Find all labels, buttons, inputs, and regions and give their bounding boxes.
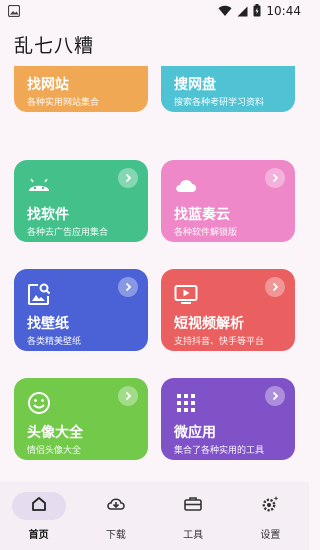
- status-time: 10:44: [266, 4, 301, 18]
- card-search-pan[interactable]: 搜网盘 搜索各种考研学习资料: [161, 66, 295, 112]
- card-video-parse[interactable]: 短视频解析 支持抖音、快手等平台: [161, 269, 295, 351]
- cloud-download-icon: [106, 495, 126, 517]
- nav-pill: [11, 492, 66, 520]
- svg-text:e: e: [28, 66, 45, 68]
- nav-pill: [166, 492, 220, 520]
- card-title: 找壁纸: [27, 316, 69, 332]
- card-find-wallpaper[interactable]: 找壁纸 各类精美壁纸: [14, 269, 148, 351]
- apps-grid-icon: [173, 390, 199, 416]
- settings-icon: [260, 495, 280, 517]
- battery-icon: [253, 2, 261, 21]
- chevron-right-icon: [118, 386, 138, 406]
- card-subtitle: 各种去广告应用集合: [27, 228, 109, 238]
- nav-label: 工具: [183, 530, 204, 541]
- status-bar: 10:44: [0, 0, 309, 22]
- card-subtitle: 搜索各种考研学习资料: [174, 98, 265, 108]
- chevron-right-icon: [265, 277, 285, 297]
- chevron-right-icon: [265, 386, 285, 406]
- card-title: 头像大全: [27, 425, 83, 441]
- toolbox-icon: [183, 495, 203, 517]
- card-title: 微应用: [174, 425, 216, 441]
- tv-play-icon: [173, 281, 199, 307]
- image-search-icon: [26, 281, 52, 307]
- signal-icon: [237, 2, 248, 21]
- card-title: 找蓝奏云: [174, 207, 230, 223]
- drive-icon: [173, 66, 199, 68]
- card-title: 搜网盘: [174, 77, 216, 93]
- card-subtitle: 支持抖音、快手等平台: [174, 337, 265, 347]
- card-title: 找网站: [27, 77, 69, 93]
- card-find-software[interactable]: 找软件 各种去广告应用集合: [14, 160, 148, 242]
- chevron-right-icon: [118, 168, 138, 188]
- nav-item-download[interactable]: 下载: [77, 482, 154, 550]
- ie-icon: e: [26, 66, 52, 71]
- card-subtitle: 各类精美壁纸: [27, 337, 82, 347]
- nav-item-home[interactable]: 首页: [0, 482, 77, 550]
- card-avatar[interactable]: 头像大全 情侣头像大全: [14, 378, 148, 460]
- cloud-icon: [173, 172, 199, 198]
- card-find-websites[interactable]: e 找网站 各种实用网站集合: [14, 66, 148, 112]
- nav-label: 设置: [260, 530, 281, 541]
- home-icon: [30, 495, 48, 517]
- status-right: 10:44: [218, 2, 301, 21]
- nav-item-tools[interactable]: 工具: [155, 482, 232, 550]
- card-title: 找软件: [27, 207, 69, 223]
- card-lanzou-cloud[interactable]: 找蓝奏云 各种软件解锁版: [161, 160, 295, 242]
- card-subtitle: 各种实用网站集合: [27, 98, 100, 108]
- gallery-notification-icon: [7, 2, 21, 21]
- app-bar: 乱七八糟: [0, 22, 309, 66]
- nav-pill: [243, 492, 297, 520]
- chevron-right-icon: [118, 277, 138, 297]
- card-title: 短视频解析: [174, 316, 244, 332]
- content-scroll-area[interactable]: e 找网站 各种实用网站集合 搜网盘 搜索各种考研学习资料: [0, 66, 309, 482]
- nav-label: 下载: [105, 530, 126, 541]
- nav-item-settings[interactable]: 设置: [232, 482, 309, 550]
- nav-label: 首页: [28, 530, 49, 541]
- nav-pill: [89, 492, 143, 520]
- android-icon: [26, 172, 52, 198]
- card-subtitle: 各种软件解锁版: [174, 228, 238, 238]
- status-left: [7, 2, 21, 21]
- app-title: 乱七八糟: [14, 34, 95, 57]
- bottom-nav: 首页 下载 工具 设置: [0, 482, 309, 550]
- card-mini-apps[interactable]: 微应用 集合了各种实用的工具: [161, 378, 295, 460]
- wifi-icon: [218, 2, 232, 21]
- card-subtitle: 情侣头像大全: [27, 446, 82, 456]
- smile-icon: [26, 390, 52, 416]
- card-subtitle: 集合了各种实用的工具: [174, 446, 265, 456]
- chevron-right-icon: [265, 168, 285, 188]
